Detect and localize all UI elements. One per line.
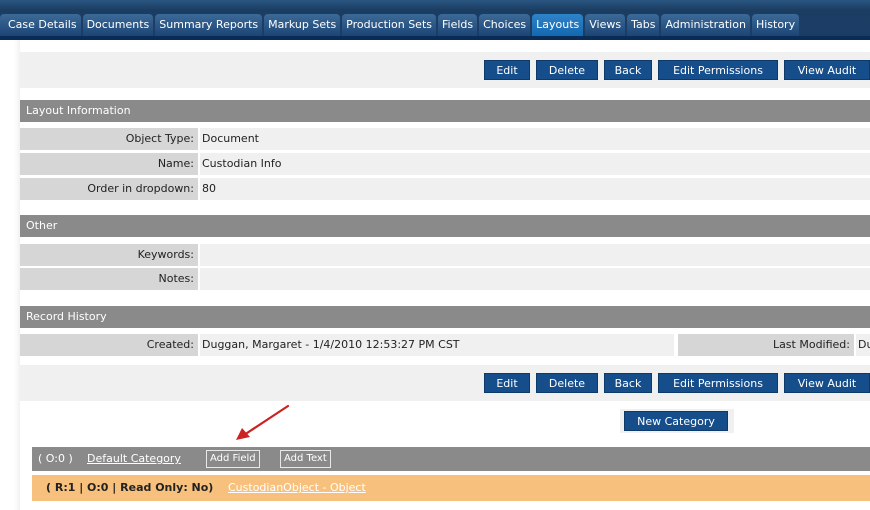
tab-tabs[interactable]: Tabs	[627, 14, 660, 36]
annotation-arrow-icon	[236, 404, 290, 440]
field-meta: ( R:1 | O:0 | Read Only: No)	[46, 481, 214, 494]
order-row: Order in dropdown: 80	[20, 178, 870, 200]
field-row: ( R:1 | O:0 | Read Only: No) CustodianOb…	[32, 475, 870, 501]
default-category-link[interactable]: Default Category	[87, 447, 181, 471]
tab-bar-underline	[0, 36, 870, 40]
tab-markup-sets[interactable]: Markup Sets	[264, 14, 341, 36]
notes-value	[200, 268, 870, 290]
category-count: ( O:0 )	[38, 452, 73, 465]
order-label: Order in dropdown:	[20, 178, 198, 200]
tab-documents[interactable]: Documents	[82, 14, 154, 36]
back-button[interactable]: Back	[604, 60, 652, 80]
view-audit-button[interactable]: View Audit	[784, 60, 870, 80]
keywords-label: Keywords:	[20, 244, 198, 266]
add-text-button[interactable]: Add Text	[280, 450, 331, 468]
delete-button-bottom[interactable]: Delete	[536, 373, 598, 393]
name-value: Custodian Info	[200, 153, 870, 175]
layout-information-header: Layout Information	[20, 100, 870, 122]
keywords-row: Keywords:	[20, 244, 870, 266]
name-row: Name: Custodian Info	[20, 153, 870, 175]
created-value: Duggan, Margaret - 1/4/2010 12:53:27 PM …	[200, 334, 674, 356]
add-field-button[interactable]: Add Field	[206, 450, 260, 468]
notes-row: Notes:	[20, 268, 870, 290]
tab-case-details[interactable]: Case Details	[0, 14, 81, 36]
last-modified-value: Du	[856, 334, 870, 356]
tabs: Case Details Documents Summary Reports M…	[0, 14, 800, 36]
category-bar: ( O:0 ) Default Category Add Field Add T…	[32, 447, 870, 471]
edit-permissions-button[interactable]: Edit Permissions	[658, 60, 778, 80]
edit-button[interactable]: Edit	[484, 60, 530, 80]
keywords-value	[200, 244, 870, 266]
view-audit-button-bottom[interactable]: View Audit	[784, 373, 870, 393]
delete-button[interactable]: Delete	[536, 60, 598, 80]
object-type-value: Document	[200, 128, 870, 150]
object-type-row: Object Type: Document	[20, 128, 870, 150]
order-value: 80	[200, 178, 870, 200]
back-button-bottom[interactable]: Back	[604, 373, 652, 393]
tab-fields[interactable]: Fields	[438, 14, 478, 36]
notes-label: Notes:	[20, 268, 198, 290]
new-category-container: New Category	[620, 409, 734, 433]
record-history-header: Record History	[20, 306, 870, 328]
tab-history[interactable]: History	[751, 14, 800, 36]
new-category-button[interactable]: New Category	[624, 411, 728, 431]
custodian-object-field-link[interactable]: CustodianObject - Object	[228, 475, 366, 501]
bottom-toolbar: Edit Delete Back Edit Permissions View A…	[20, 365, 870, 401]
tab-administration[interactable]: Administration	[661, 14, 750, 36]
other-header: Other	[20, 215, 870, 237]
tab-layouts[interactable]: Layouts	[532, 14, 584, 36]
tab-summary-reports[interactable]: Summary Reports	[155, 14, 263, 36]
top-toolbar: Edit Delete Back Edit Permissions View A…	[20, 52, 870, 88]
tab-views[interactable]: Views	[585, 14, 626, 36]
name-label: Name:	[20, 153, 198, 175]
tab-production-sets[interactable]: Production Sets	[342, 14, 436, 36]
tab-choices[interactable]: Choices	[479, 14, 531, 36]
edit-button-bottom[interactable]: Edit	[484, 373, 530, 393]
edit-permissions-button-bottom[interactable]: Edit Permissions	[658, 373, 778, 393]
created-label: Created:	[20, 334, 198, 356]
object-type-label: Object Type:	[20, 128, 198, 150]
last-modified-label: Last Modified:	[678, 334, 854, 356]
